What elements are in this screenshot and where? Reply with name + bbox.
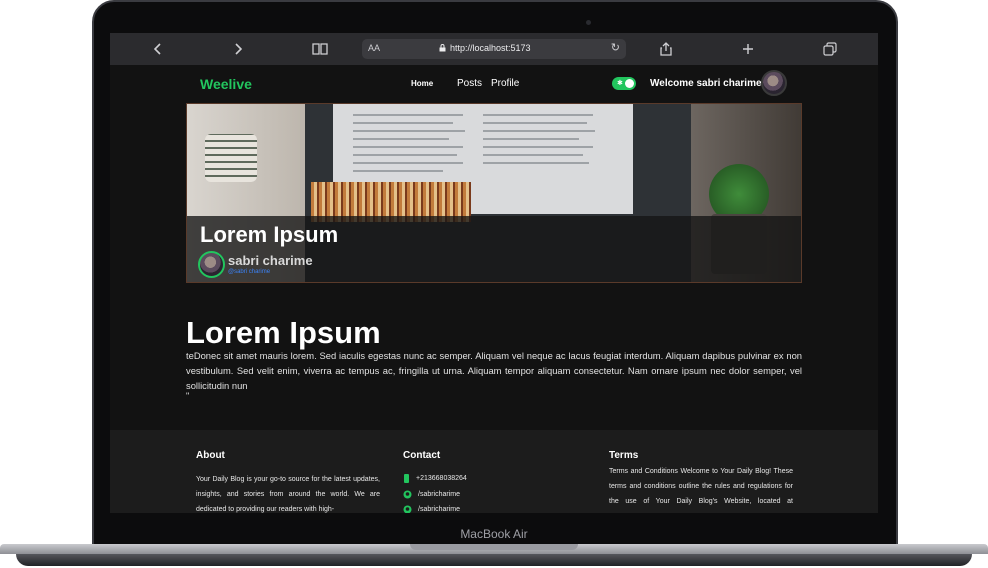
- macbook-device: AA http://localhost:5173 ↻ Weelive Home …: [0, 0, 988, 568]
- author-name[interactable]: sabri charime: [228, 253, 313, 268]
- share-icon[interactable]: [656, 39, 676, 59]
- tabs-icon[interactable]: [820, 39, 840, 59]
- article-title: Lorem Ipsum: [186, 315, 381, 350]
- nav-link-home[interactable]: Home: [411, 79, 433, 88]
- site-footer: About Your Daily Blog is your go-to sour…: [110, 430, 878, 513]
- bookmarks-icon[interactable]: [310, 39, 330, 59]
- hero-title: Lorem Ipsum: [200, 222, 339, 247]
- contact-phone[interactable]: +213668038264: [403, 474, 467, 483]
- footer-terms-heading: Terms: [609, 450, 639, 461]
- github-icon: [403, 505, 412, 513]
- address-bar[interactable]: AA http://localhost:5173 ↻: [362, 39, 626, 59]
- theme-icon: ✱: [617, 80, 623, 87]
- theme-toggle[interactable]: ✱: [612, 77, 636, 90]
- camera: [586, 20, 591, 25]
- device-model-label: MacBook Air: [460, 527, 528, 541]
- laptop-base: [0, 544, 988, 568]
- footer-about-text: Your Daily Blog is your go-to source for…: [196, 476, 380, 513]
- contact-phone-text: +213668038264: [416, 475, 467, 482]
- forward-icon[interactable]: [228, 39, 248, 59]
- contact-github-text-2: /sabricharime: [418, 506, 461, 513]
- author-handle[interactable]: @sabri charime: [228, 269, 270, 275]
- footer-about-heading: About: [196, 450, 225, 461]
- article-tail: ": [186, 391, 190, 401]
- github-icon: [403, 490, 412, 499]
- reload-icon[interactable]: ↻: [611, 41, 620, 54]
- footer-terms-text: Terms and Conditions Welcome to Your Dai…: [609, 468, 793, 505]
- contact-github-text: /sabricharime: [418, 491, 461, 498]
- nav-link-posts[interactable]: Posts: [457, 78, 482, 89]
- nav-link-profile[interactable]: Profile: [491, 78, 519, 89]
- welcome-text: Welcome sabri charime: [650, 78, 762, 89]
- post-hero: Lorem Ipsum sabri charime @sabri charime: [186, 103, 802, 283]
- site-logo[interactable]: Weelive: [200, 76, 252, 92]
- contact-github-2[interactable]: /sabricharime: [403, 505, 460, 513]
- app-navbar: Weelive Home Posts Profile ✱ Welcome sab…: [110, 65, 878, 103]
- laptop-notch: [410, 544, 578, 550]
- back-icon[interactable]: [148, 39, 168, 59]
- toggle-knob: [625, 79, 634, 88]
- reader-aa-button[interactable]: AA: [368, 43, 380, 53]
- contact-github[interactable]: /sabricharime: [403, 490, 460, 499]
- phone-icon: [404, 474, 409, 483]
- article-body: teDonec sit amet mauris lorem. Sed iacul…: [186, 350, 802, 391]
- browser-toolbar: AA http://localhost:5173 ↻: [110, 33, 878, 65]
- author-avatar[interactable]: [198, 251, 225, 278]
- new-tab-icon[interactable]: [738, 39, 758, 59]
- url-text: http://localhost:5173: [450, 43, 531, 53]
- browser-screen: AA http://localhost:5173 ↻ Weelive Home …: [110, 33, 878, 513]
- footer-contact-heading: Contact: [403, 450, 441, 461]
- lock-icon: [439, 44, 446, 52]
- plant-pot-image: [205, 134, 257, 182]
- user-avatar[interactable]: [761, 70, 787, 96]
